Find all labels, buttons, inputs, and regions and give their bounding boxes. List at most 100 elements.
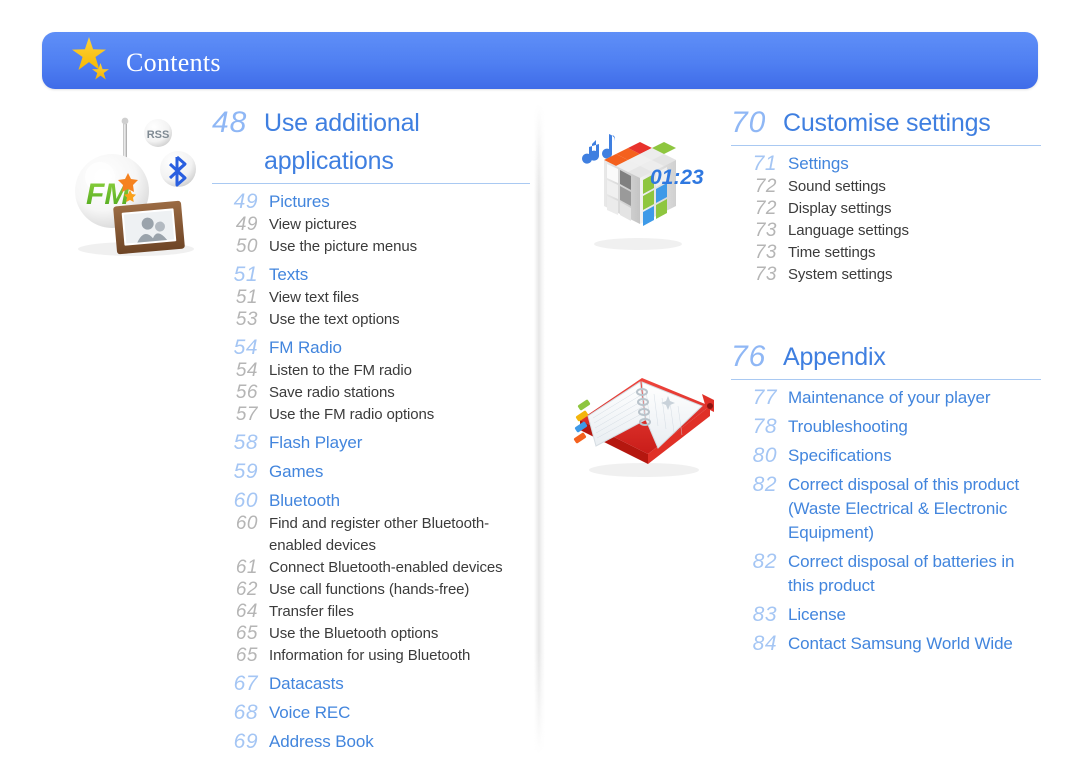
toc-entry[interactable]: 51 Texts [212,263,530,287]
red-organizer-illustration [562,350,727,485]
toc-entry[interactable]: 82 Correct disposal of batteries in this … [731,550,1041,598]
toc-entry[interactable]: 73 Time settings [731,242,1041,264]
toc-entry-label: Datacasts [269,674,344,693]
toc-entry-page-number: 71 [752,152,777,175]
toc-entry-page-number: 84 [752,632,777,655]
toc-entry-label: FM Radio [269,338,342,357]
toc-entry-label: Sound settings [788,178,886,195]
toc-entry[interactable]: 58 Flash Player [212,431,530,455]
section-title: Customise settings [783,109,991,137]
toc-entry-label: Use the text options [269,311,400,328]
toc-entry[interactable]: 61 Connect Bluetooth-enabled devices [212,557,530,579]
toc-entry[interactable]: 73 Language settings [731,220,1041,242]
toc-entry[interactable]: 78 Troubleshooting [731,415,1041,439]
toc-entry[interactable]: 80 Specifications [731,444,1041,468]
toc-entry-list: 71 Settings 72 Sound settings 72 Display sett… [731,152,1041,286]
toc-entry-label: Flash Player [269,433,363,452]
toc-entry-page-number: 62 [235,579,258,600]
toc-entry-label: Contact Samsung World Wide [788,634,1013,653]
toc-entry-label: Troubleshooting [788,417,908,436]
toc-entry[interactable]: 54 FM Radio [212,336,530,360]
left-toc-block: 48 Use additional applications 49 Picture… [212,104,530,754]
toc-entry[interactable]: 57 Use the FM radio options [212,404,530,426]
toc-entry-label: Maintenance of your player [788,388,991,407]
toc-entry-page-number: 73 [754,220,777,241]
toc-entry[interactable]: 72 Display settings [731,198,1041,220]
toc-entry[interactable]: 53 Use the text options [212,309,530,331]
toc-entry-page-number: 57 [235,404,258,425]
toc-entry[interactable]: 68 Voice REC [212,701,530,725]
toc-entry-label: Correct disposal of this product (Waste … [788,475,1020,542]
toc-entry-page-number: 61 [235,557,258,578]
toc-entry[interactable]: 60 Find and register other Bluetooth-enab… [212,513,530,557]
toc-entry-label: Time settings [788,244,876,261]
toc-entry-page-number: 73 [754,242,777,263]
toc-entry-page-number: 54 [235,360,258,381]
toc-entry[interactable]: 65 Information for using Bluetooth [212,645,530,667]
toc-entry-label: Save radio stations [269,384,395,401]
toc-entry-label: Bluetooth [269,491,340,510]
toc-entry[interactable]: 51 View text files [212,287,530,309]
toc-entry[interactable]: 54 Listen to the FM radio [212,360,530,382]
svg-text:FM: FM [86,178,130,211]
toc-entry-label: Pictures [269,192,330,211]
toc-entry-page-number: 77 [752,386,777,409]
toc-entry-list: 77 Maintenance of your player 78 Troublesho… [731,386,1041,656]
toc-entry-label: Language settings [788,222,909,239]
toc-entry[interactable]: 82 Correct disposal of this product (Wast… [731,473,1041,545]
toc-entry-label: Correct disposal of batteries in this pr… [788,552,1015,595]
toc-entry-page-number: 54 [233,336,258,359]
section-rule [731,145,1041,146]
section-header-settings: 70 Customise settings [731,104,1041,142]
toc-entry[interactable]: 67 Datacasts [212,672,530,696]
toc-entry[interactable]: 77 Maintenance of your player [731,386,1041,410]
toc-entry-label: Use call functions (hands-free) [269,581,470,598]
toc-entry-page-number: 56 [235,382,258,403]
toc-entry-label: Transfer files [269,603,354,620]
fm-radio-illustration: FM RSS [60,109,230,264]
star-icon [68,34,120,86]
toc-entry-page-number: 60 [235,513,258,534]
toc-entry-label: Address Book [269,732,374,751]
page-fold-divider [534,104,545,754]
toc-entry-list: 49 Pictures 49 View pictures 50 Use the pictu… [212,190,530,754]
toc-entry-page-number: 49 [233,190,258,213]
toc-entry[interactable]: 72 Sound settings [731,176,1041,198]
toc-entry[interactable]: 65 Use the Bluetooth options [212,623,530,645]
page-title: Contents [126,48,221,77]
toc-entry-page-number: 67 [233,672,258,695]
toc-entry-page-number: 50 [235,236,258,257]
toc-entry-label: Use the picture menus [269,238,417,255]
toc-entry[interactable]: 56 Save radio stations [212,382,530,404]
toc-entry[interactable]: 49 View pictures [212,214,530,236]
toc-entry-page-number: 65 [235,623,258,644]
settings-toc-block: 70 Customise settings 71 Settings 72 Sound … [727,104,1041,286]
toc-entry-page-number: 73 [754,264,777,285]
toc-entry-page-number: 53 [235,309,258,330]
toc-entry[interactable]: 73 System settings [731,264,1041,286]
right-column: 01:23 70 Customise settings 71 Settings … [562,104,1042,656]
toc-entry[interactable]: 83 License [731,603,1041,627]
toc-entry-page-number: 49 [235,214,258,235]
toc-entry-label: View pictures [269,216,357,233]
toc-entry[interactable]: 69 Address Book [212,730,530,754]
toc-entry[interactable]: 59 Games [212,460,530,484]
left-column: FM RSS 48 Use additional applications 49… [60,104,530,754]
section-header-appendix: 76 Appendix [731,338,1041,376]
section-number: 70 [731,106,767,139]
svg-text:RSS: RSS [147,129,170,141]
toc-entry-page-number: 51 [235,287,258,308]
section-number: 76 [731,340,767,373]
toc-entry-page-number: 69 [233,730,258,753]
toc-entry[interactable]: 60 Bluetooth [212,489,530,513]
section-number: 48 [212,106,248,139]
toc-entry[interactable]: 62 Use call functions (hands-free) [212,579,530,601]
toc-entry-page-number: 65 [235,645,258,666]
toc-entry[interactable]: 50 Use the picture menus [212,236,530,258]
toc-entry-page-number: 80 [752,444,777,467]
toc-entry-page-number: 78 [752,415,777,438]
toc-entry[interactable]: 64 Transfer files [212,601,530,623]
toc-entry[interactable]: 49 Pictures [212,190,530,214]
toc-entry[interactable]: 71 Settings [731,152,1041,176]
toc-entry[interactable]: 84 Contact Samsung World Wide [731,632,1041,656]
